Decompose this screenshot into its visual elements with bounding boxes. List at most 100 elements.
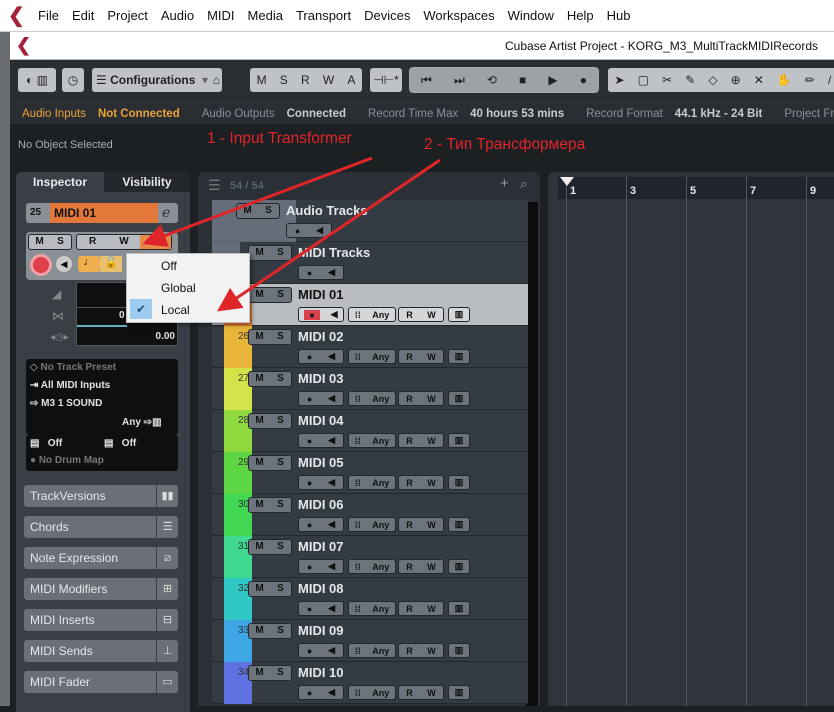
tab-inspector[interactable]: Inspector (16, 172, 104, 192)
midi-channel-button[interactable]: ⁞⁞ Any (348, 307, 396, 322)
monitor-button[interactable]: ◀ (56, 256, 72, 272)
track-preset-field[interactable]: ◇ No Track Preset (30, 362, 116, 373)
menu-midi[interactable]: MIDI (207, 8, 234, 23)
record-enable-button[interactable]: ● (304, 309, 320, 320)
solo-button[interactable]: S (270, 246, 291, 260)
line-tool-icon[interactable]: / (828, 73, 831, 87)
menu-media[interactable]: Media (248, 8, 283, 23)
midi-channel-button[interactable]: ⁞⁞ Any (348, 349, 396, 364)
write-button[interactable]: W (427, 604, 436, 614)
monitor-button[interactable]: ◀ (328, 477, 335, 488)
record-enable-button[interactable]: ● (295, 226, 300, 236)
mute-button[interactable]: M (249, 540, 270, 554)
section-trackversions[interactable]: TrackVersions ▮▮ (24, 485, 178, 507)
record-enable-button[interactable]: ● (307, 394, 312, 404)
record-icon[interactable]: ● (580, 73, 587, 87)
left-locator-icon[interactable] (560, 177, 574, 186)
write-button[interactable]: W (427, 646, 436, 656)
track-name[interactable]: MIDI 04 (298, 413, 344, 428)
track-name[interactable]: MIDI 02 (298, 329, 344, 344)
read-button[interactable]: R (406, 436, 413, 446)
track-row[interactable]: 29 M S MIDI 05 ● ◀ ⁞⁞ Any R W ▥ (212, 452, 528, 494)
track-row[interactable]: 33 M S MIDI 09 ● ◀ ⁞⁞ Any R W ▥ (212, 620, 528, 662)
add-track-icon[interactable]: + (500, 175, 509, 192)
edit-lanes-button[interactable]: ▥ (448, 307, 470, 322)
range-tool-icon[interactable]: ▢ (638, 73, 649, 87)
prev-marker-icon[interactable]: ⏮ (421, 73, 432, 88)
monitor-button[interactable]: ◀ (328, 351, 335, 362)
record-enable-button[interactable]: ● (307, 562, 312, 572)
mute-button[interactable]: M (249, 288, 270, 302)
solo-button[interactable]: S (258, 204, 279, 218)
menu-file[interactable]: File (38, 8, 59, 23)
section-chords[interactable]: Chords ☰ (24, 516, 178, 538)
track-name[interactable]: MIDI 01 (50, 203, 158, 223)
solo-button[interactable]: S (270, 456, 291, 470)
solo-button[interactable]: S (270, 372, 291, 386)
mute-button[interactable]: M (249, 372, 270, 386)
record-enable-button[interactable]: ● (307, 478, 312, 488)
monitor-button[interactable]: ◀ (328, 687, 335, 698)
mute-button[interactable]: M (249, 246, 270, 260)
monitor-button[interactable]: ◀ (328, 267, 335, 278)
menu-edit[interactable]: Edit (72, 8, 94, 23)
menu-hub[interactable]: Hub (607, 8, 631, 23)
track-row[interactable]: M S Audio Tracks ● ◀ (212, 200, 528, 242)
read-button[interactable]: R (406, 604, 413, 614)
write-button[interactable]: W (427, 352, 436, 362)
midi-channel-button[interactable]: ⁞⁞ Any (348, 433, 396, 448)
edit-lanes-button[interactable]: ▥ (448, 433, 470, 448)
track-list-menu-icon[interactable]: ☰ (208, 177, 221, 194)
track-name[interactable]: MIDI 08 (298, 581, 344, 596)
write-button[interactable]: W (427, 688, 436, 698)
global-solo-button[interactable]: S (280, 73, 288, 87)
record-enable-button[interactable] (30, 254, 52, 276)
solo-button[interactable]: S (270, 414, 291, 428)
solo-button[interactable]: S (50, 235, 71, 249)
record-enable-button[interactable]: ● (307, 436, 312, 446)
erase-tool-icon[interactable]: ◇ (708, 73, 717, 87)
solo-button[interactable]: S (270, 582, 291, 596)
write-button[interactable]: W (427, 478, 436, 488)
write-button[interactable]: W (427, 562, 436, 572)
read-button[interactable]: R (406, 394, 413, 404)
edit-lanes-button[interactable]: ▥ (448, 517, 470, 532)
section-midi-sends[interactable]: MIDI Sends ⊥ (24, 640, 178, 662)
lock-icon[interactable]: 🔓 (100, 256, 122, 272)
track-row[interactable]: 32 M S MIDI 08 ● ◀ ⁞⁞ Any R W ▥ (212, 578, 528, 620)
bank-field[interactable]: ▤ Off (30, 438, 62, 449)
mute-button[interactable]: M (249, 666, 270, 680)
read-button[interactable]: R (406, 310, 413, 320)
write-button[interactable]: W (427, 310, 436, 320)
write-button[interactable]: W (108, 235, 139, 249)
track-name-header[interactable]: 25 MIDI 01 ℯ (26, 203, 178, 223)
global-write-button[interactable]: W (323, 73, 334, 87)
write-button[interactable]: W (427, 394, 436, 404)
menu-workspaces[interactable]: Workspaces (423, 8, 494, 23)
record-enable-button[interactable]: ● (307, 352, 312, 362)
global-a-button[interactable]: A (347, 73, 355, 87)
drum-map-field[interactable]: ● No Drum Map (30, 455, 104, 466)
record-enable-button[interactable]: ● (307, 604, 312, 614)
menu-item-global[interactable]: Global (161, 281, 196, 295)
pointer-tool-icon[interactable]: ➤ (615, 73, 625, 87)
solo-button[interactable]: S (270, 624, 291, 638)
solo-button[interactable]: S (270, 288, 291, 302)
time-base-button[interactable]: ♩ (78, 256, 100, 272)
play-icon[interactable]: ▶ (548, 73, 557, 87)
midi-channel-button[interactable]: ⁞⁞ Any (348, 685, 396, 700)
snap-button[interactable]: ⊣⊢* (370, 68, 402, 92)
menu-window[interactable]: Window (508, 8, 554, 23)
monitor-button[interactable]: ◀ (328, 519, 335, 530)
tab-visibility[interactable]: Visibility (104, 172, 190, 192)
track-name[interactable]: MIDI 01 (298, 287, 344, 302)
midi-channel-button[interactable]: ⁞⁞ Any (348, 643, 396, 658)
mute-button[interactable]: M (249, 414, 270, 428)
track-name[interactable]: Audio Tracks (286, 203, 368, 218)
record-enable-button[interactable]: ● (307, 646, 312, 656)
menu-item-off[interactable]: Off (161, 259, 177, 273)
menu-transport[interactable]: Transport (296, 8, 351, 23)
solo-button[interactable]: S (270, 666, 291, 680)
monitor-button[interactable]: ◀ (328, 645, 335, 656)
track-name[interactable]: MIDI 07 (298, 539, 344, 554)
